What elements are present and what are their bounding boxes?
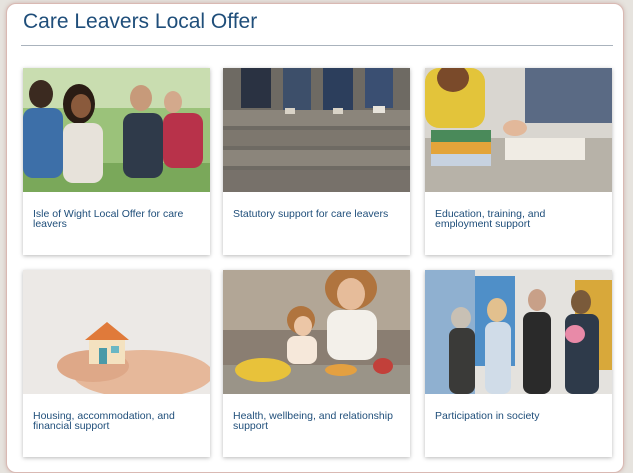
title-divider [21,45,613,46]
students-studying-photo [425,68,612,192]
card-housing-accommodation-financial[interactable]: Housing, accommodation, and financial su… [23,270,210,457]
page-title: Care Leavers Local Offer [23,10,258,33]
card-participation-in-society[interactable]: Participation in society [425,270,612,457]
people-sitting-on-steps-photo [223,68,410,192]
card-label[interactable]: Housing, accommodation, and financial su… [33,411,201,432]
card-label[interactable]: Isle of Wight Local Offer for care leave… [33,209,201,230]
card-isle-of-wight-local-offer[interactable]: Isle of Wight Local Offer for care leave… [23,68,210,255]
card-label[interactable]: Participation in society [435,411,603,422]
hands-holding-house-photo [23,270,210,394]
card-education-training-employment[interactable]: Education, training, and employment supp… [425,68,612,255]
card-health-wellbeing-relationship[interactable]: Health, wellbeing, and relationship supp… [223,270,410,457]
local-offer-panel: Care Leavers Local Offer Isle of Wight L… [6,3,624,473]
family-cooking-photo [223,270,410,394]
card-label[interactable]: Health, wellbeing, and relationship supp… [233,411,401,432]
card-label[interactable]: Statutory support for care leavers [233,209,401,220]
group-meeting-photo [425,270,612,394]
card-statutory-support[interactable]: Statutory support for care leavers [223,68,410,255]
card-label[interactable]: Education, training, and employment supp… [435,209,603,230]
group-of-young-people-photo [23,68,210,192]
